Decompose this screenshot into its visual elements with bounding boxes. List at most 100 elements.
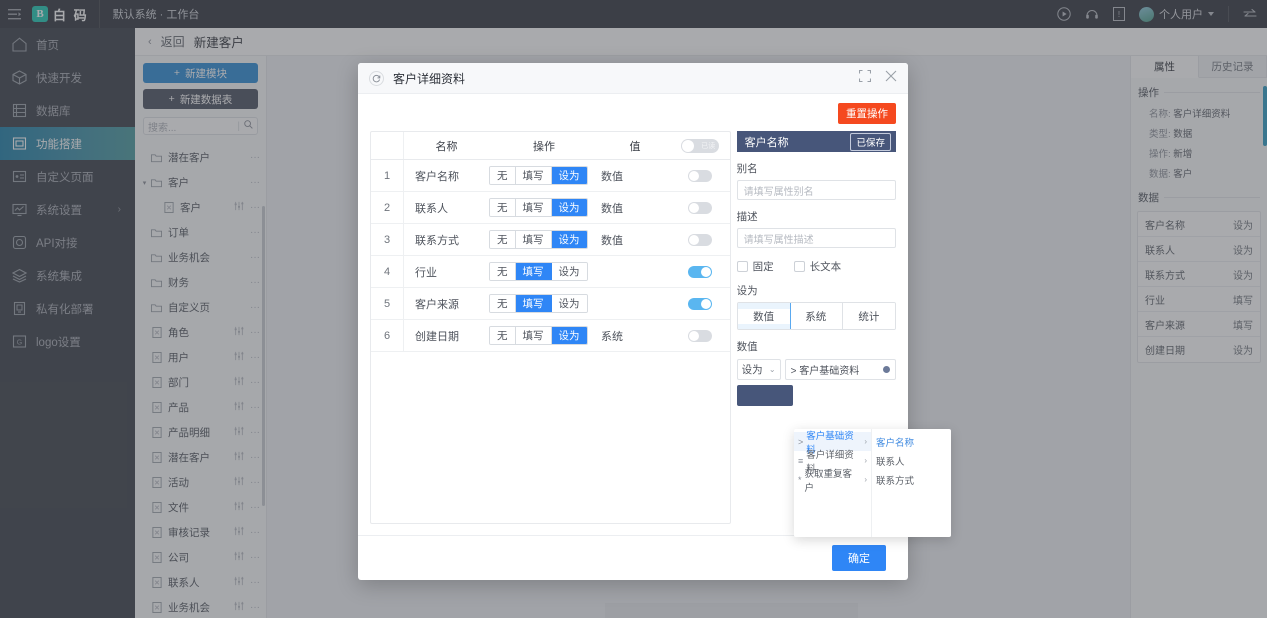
cascader-prefix-icon: > [798, 436, 804, 447]
cascader-column-1: > 客户基础资料 › ≡ 客户详细资料 › * 获取重复客户 › [794, 429, 872, 537]
operation-option-2[interactable]: 设为 [551, 263, 587, 280]
value-source-text: > 客户基础资料 [790, 366, 860, 377]
row-toggle-cell [671, 265, 730, 278]
modal-header-actions [858, 69, 897, 87]
operation-option-1[interactable]: 填写 [515, 167, 552, 184]
modal-header: 客户详细资料 [358, 63, 908, 94]
cascader-column-2: 客户名称联系人联系方式 [872, 429, 950, 537]
row-field-name: 行业 [415, 266, 437, 279]
setas-label: 设为 [736, 285, 758, 297]
row-toggle[interactable] [688, 169, 713, 182]
chevron-right-icon: › [864, 475, 867, 484]
operation-option-2[interactable]: 设为 [551, 199, 587, 216]
setas-option-0[interactable]: 数值 [737, 303, 791, 329]
checkbox-fixed[interactable]: 固定 [736, 259, 774, 274]
value-source-field[interactable]: > 客户基础资料 [784, 359, 896, 380]
cascader-prefix-icon: ≡ [798, 455, 804, 466]
table-row[interactable]: 6 创建日期无填写 设为 系统 [371, 320, 730, 352]
operation-option-0[interactable]: 无 [490, 263, 516, 280]
modal-footer: 确定 [358, 535, 908, 580]
operation-option-1[interactable]: 填写 [515, 199, 552, 216]
table-row[interactable]: 2 联系人无填写 设为 数值 [371, 192, 730, 224]
close-icon[interactable] [885, 69, 897, 87]
value-source-indicator-icon [883, 366, 890, 373]
operation-option-2[interactable]: 设为 [551, 295, 587, 312]
modal-title: 客户详细资料 [393, 71, 466, 86]
checkbox-fixed-label: 固定 [752, 261, 774, 273]
table-row[interactable]: 5 客户来源 无填写 设为 [371, 288, 730, 320]
row-toggle[interactable] [688, 201, 713, 214]
value-label: 数值 [736, 341, 758, 353]
row-operation-cell: 无填写 设为 [489, 294, 599, 313]
cascader-item[interactable]: 联系人 [872, 451, 950, 470]
expand-icon[interactable] [858, 69, 872, 87]
fields-table-body: 1 客户名称无填写 设为 数值 2 联系人无填写 设为 数值 3 联系方式无填写 设为 数值 4 行业无填… [371, 160, 730, 352]
fields-table-header: 名称 操作 值 已读 [371, 132, 730, 160]
value-preview-chip[interactable] [736, 385, 793, 406]
operation-segmented-control: 无填写 设为 [489, 294, 588, 313]
operation-option-0[interactable]: 无 [490, 231, 516, 248]
confirm-button[interactable]: 确定 [832, 545, 886, 571]
chevron-down-icon: ⌄ [768, 365, 776, 374]
saved-badge[interactable]: 已保存 [850, 132, 891, 151]
operation-option-0[interactable]: 无 [490, 199, 516, 216]
table-row[interactable]: 3 联系方式无填写 设为 数值 [371, 224, 730, 256]
header-index [371, 132, 404, 159]
reset-operation-button[interactable]: 重置操作 [838, 103, 896, 124]
detail-checkboxes: 固定 长文本 [736, 259, 896, 274]
operation-option-2[interactable]: 设为 [551, 167, 587, 184]
row-value: 数值 [601, 202, 623, 215]
row-toggle[interactable] [688, 233, 713, 246]
cascader-item-label: 客户名称 [876, 437, 915, 449]
row-toggle[interactable] [688, 297, 713, 310]
table-row[interactable]: 1 客户名称无填写 设为 数值 [371, 160, 730, 192]
operation-option-1[interactable]: 填写 [515, 263, 552, 280]
cascader-item[interactable]: 联系方式 [872, 470, 950, 489]
operation-option-2[interactable]: 设为 [551, 231, 587, 248]
reset-row: 重置操作 [370, 94, 896, 131]
app-root: B 白 码 默认系统 · 工作台 ! 个人用户 首页 快速开发 数据库 功能搭建… [0, 0, 1267, 618]
row-index: 5 [371, 288, 404, 319]
setas-option-2[interactable]: 统计 [842, 303, 895, 329]
cascader-item-label: 获取重复客户 [804, 468, 853, 494]
toggle-knob [689, 202, 700, 213]
row-operation-cell: 无填写 设为 [489, 326, 599, 345]
checkbox-longtext[interactable]: 长文本 [793, 259, 841, 274]
row-operation-cell: 无填写 设为 [489, 262, 599, 281]
cascader-item-label: 联系人 [876, 456, 905, 468]
row-toggle-cell [671, 329, 730, 342]
header-toggle-label: 已读 [701, 142, 716, 150]
operation-segmented-control: 无填写 设为 [489, 198, 588, 217]
refresh-icon[interactable] [369, 70, 384, 86]
row-toggle[interactable] [688, 265, 713, 278]
detail-field-name: 客户名称 [744, 136, 789, 149]
description-input[interactable]: 请填写属性描述 [736, 228, 896, 248]
row-toggle[interactable] [688, 329, 713, 342]
setas-option-label: 系统 [789, 308, 842, 324]
alias-input[interactable]: 请填写属性别名 [736, 180, 896, 200]
table-row[interactable]: 4 行业 无填写 设为 [371, 256, 730, 288]
cascader-item[interactable]: * 获取重复客户 › [794, 469, 871, 494]
operation-option-1[interactable]: 填写 [515, 231, 552, 248]
setas-option-1[interactable]: 系统 [789, 303, 843, 329]
value-mode-select[interactable]: 设为 ⌄ [736, 359, 781, 380]
operation-option-0[interactable]: 无 [490, 167, 516, 184]
operation-segmented-control: 无填写 设为 [489, 166, 588, 185]
operation-option-0[interactable]: 无 [490, 327, 516, 344]
operation-option-1[interactable]: 填写 [515, 327, 552, 344]
row-operation-cell: 无填写 设为 [489, 198, 599, 217]
row-value: 系统 [601, 330, 623, 343]
cascader-item[interactable]: 客户名称 [872, 432, 950, 451]
detail-header: 客户名称 已保存 [736, 131, 896, 152]
operation-option-1[interactable]: 填写 [515, 295, 552, 312]
row-index: 2 [371, 192, 404, 223]
header-value: 值 [629, 140, 641, 153]
operation-option-2[interactable]: 设为 [551, 327, 587, 344]
row-field-name: 客户来源 [415, 298, 459, 311]
operation-option-0[interactable]: 无 [490, 295, 516, 312]
row-field-name: 联系方式 [415, 234, 459, 247]
description-label: 描述 [736, 211, 758, 223]
header-read-toggle[interactable]: 已读 [681, 138, 720, 153]
header-operation: 操作 [533, 140, 555, 153]
row-toggle-cell [671, 169, 730, 182]
